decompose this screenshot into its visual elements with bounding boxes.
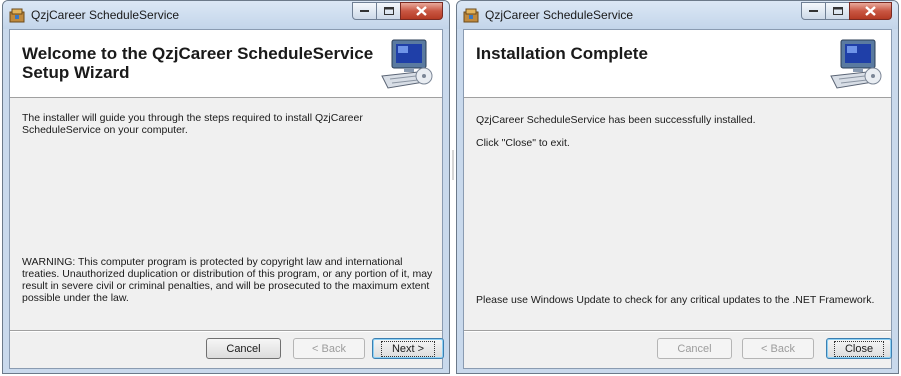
button-separator bbox=[10, 330, 442, 332]
window-title: QzjCareer ScheduleService bbox=[31, 8, 180, 22]
maximize-icon bbox=[832, 7, 843, 15]
close-icon bbox=[865, 6, 876, 16]
windows-update-text: Please use Windows Update to check for a… bbox=[476, 294, 875, 306]
close-button-label: Close bbox=[833, 340, 885, 357]
caption-buttons bbox=[801, 2, 892, 21]
minimize-button[interactable] bbox=[801, 2, 826, 20]
close-button[interactable]: Close bbox=[826, 338, 892, 359]
cancel-button[interactable]: Cancel bbox=[657, 338, 732, 359]
next-button[interactable]: Next > bbox=[372, 338, 444, 359]
title-bar[interactable]: QzjCareer ScheduleService bbox=[3, 1, 449, 29]
window-title: QzjCareer ScheduleService bbox=[485, 8, 634, 22]
title-bar[interactable]: QzjCareer ScheduleService bbox=[457, 1, 898, 29]
close-icon bbox=[416, 6, 427, 16]
installation-complete-window: QzjCareer ScheduleService Installation C… bbox=[456, 0, 899, 374]
maximize-button[interactable] bbox=[376, 2, 401, 20]
minimize-icon bbox=[360, 9, 369, 12]
maximize-button[interactable] bbox=[825, 2, 850, 20]
computer-setup-icon bbox=[378, 36, 434, 92]
success-text: QzjCareer ScheduleService has been succe… bbox=[476, 114, 756, 126]
banner-title: Welcome to the QzjCareer ScheduleService… bbox=[22, 44, 374, 82]
back-button[interactable]: < Back bbox=[742, 338, 814, 359]
caption-buttons bbox=[352, 2, 443, 21]
close-window-button[interactable] bbox=[849, 2, 892, 20]
close-window-button[interactable] bbox=[400, 2, 443, 20]
wizard-client-area: Welcome to the QzjCareer ScheduleService… bbox=[9, 29, 444, 369]
installer-package-icon bbox=[9, 7, 25, 23]
cancel-button[interactable]: Cancel bbox=[206, 338, 281, 359]
back-button[interactable]: < Back bbox=[293, 338, 365, 359]
computer-setup-icon bbox=[827, 36, 883, 92]
wizard-client-area: Installation Complete QzjCareer Schedule… bbox=[463, 29, 892, 369]
intro-text: The installer will guide you through the… bbox=[22, 112, 363, 136]
exit-instruction-text: Click "Close" to exit. bbox=[476, 137, 570, 149]
minimize-button[interactable] bbox=[352, 2, 377, 20]
installer-package-icon bbox=[463, 7, 479, 23]
copyright-warning-text: WARNING: This computer program is protec… bbox=[22, 256, 433, 304]
wizard-banner: Installation Complete bbox=[464, 30, 891, 98]
banner-title: Installation Complete bbox=[476, 44, 648, 63]
setup-wizard-window: QzjCareer ScheduleService Welcome to the… bbox=[2, 0, 450, 374]
wizard-banner: Welcome to the QzjCareer ScheduleService… bbox=[10, 30, 442, 98]
next-button-label: Next > bbox=[380, 340, 436, 357]
screenshot-divider bbox=[451, 0, 455, 376]
button-separator bbox=[464, 330, 891, 332]
minimize-icon bbox=[809, 9, 818, 12]
maximize-icon bbox=[383, 7, 394, 15]
